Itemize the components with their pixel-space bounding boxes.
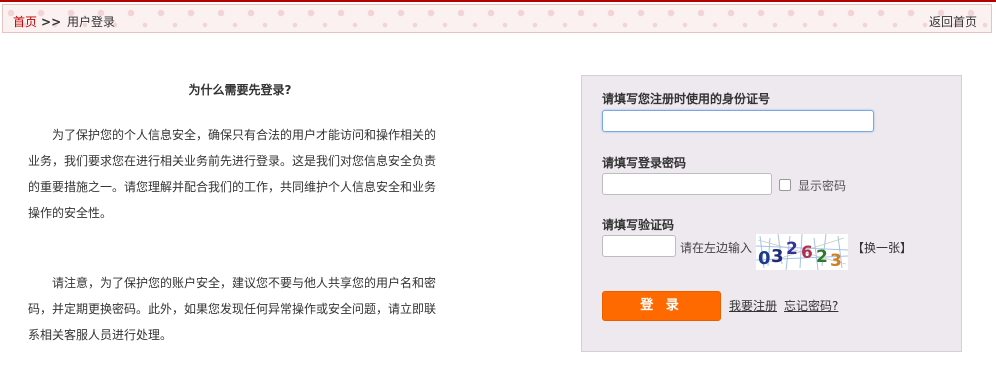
captcha-char-6: 3 — [830, 251, 842, 270]
captcha-char-1: 0 — [758, 248, 771, 269]
register-link[interactable]: 我要注册 — [729, 297, 777, 314]
login-button[interactable]: 登 录 — [602, 291, 721, 321]
captcha-image[interactable]: 0 3 2 6 2 3 — [756, 234, 848, 270]
top-red-line — [0, 0, 996, 2]
show-password-label: 显示密码 — [798, 179, 847, 193]
breadcrumb-bar: 首页 >> 用户登录 返回首页 — [2, 4, 992, 33]
breadcrumb: 首页 >> 用户登录 — [13, 13, 115, 30]
id-number-label: 请填写您注册时使用的身份证号 — [602, 92, 771, 106]
intro-paragraph-1: 为了保护您的个人信息安全，确保只有合法的用户才能访问和操作相关的业务，我们要求您… — [28, 128, 437, 220]
captcha-char-2: 3 — [771, 246, 784, 267]
show-password-checkbox[interactable] — [779, 179, 791, 191]
breadcrumb-separator: >> — [41, 15, 62, 29]
forgot-password-link[interactable]: 忘记密码? — [784, 297, 838, 314]
intro-title: 为什么需要先登录? — [188, 83, 292, 97]
intro-paragraph-2: 请注意，为了保护您的账户安全，建议您不要与他人共享您的用户名和密码，并定期更换密… — [28, 276, 437, 342]
back-home-link[interactable]: 返回首页 — [929, 13, 977, 30]
breadcrumb-current: 用户登录 — [66, 15, 115, 29]
captcha-image-graphic: 0 3 2 6 2 3 — [756, 234, 848, 270]
captcha-char-4: 6 — [801, 243, 813, 263]
id-number-input[interactable] — [602, 110, 874, 132]
captcha-label: 请填写验证码 — [602, 218, 675, 232]
captcha-char-3: 2 — [786, 239, 798, 259]
password-input[interactable] — [602, 173, 772, 195]
login-panel: 请填写您注册时使用的身份证号 请填写登录密码 显示密码 请填写验证码 请在左边输… — [581, 75, 962, 352]
captcha-input[interactable] — [602, 235, 676, 257]
captcha-refresh-link[interactable]: 【换一张】 — [852, 239, 912, 256]
captcha-char-5: 2 — [816, 247, 828, 267]
breadcrumb-home-link[interactable]: 首页 — [13, 15, 37, 29]
password-label: 请填写登录密码 — [602, 156, 687, 170]
login-intro: 为什么需要先登录? 为了保护您的个人信息安全，确保只有合法的用户才能访问和操作相… — [20, 70, 440, 342]
captcha-hint: 请在左边输入 — [680, 241, 753, 255]
